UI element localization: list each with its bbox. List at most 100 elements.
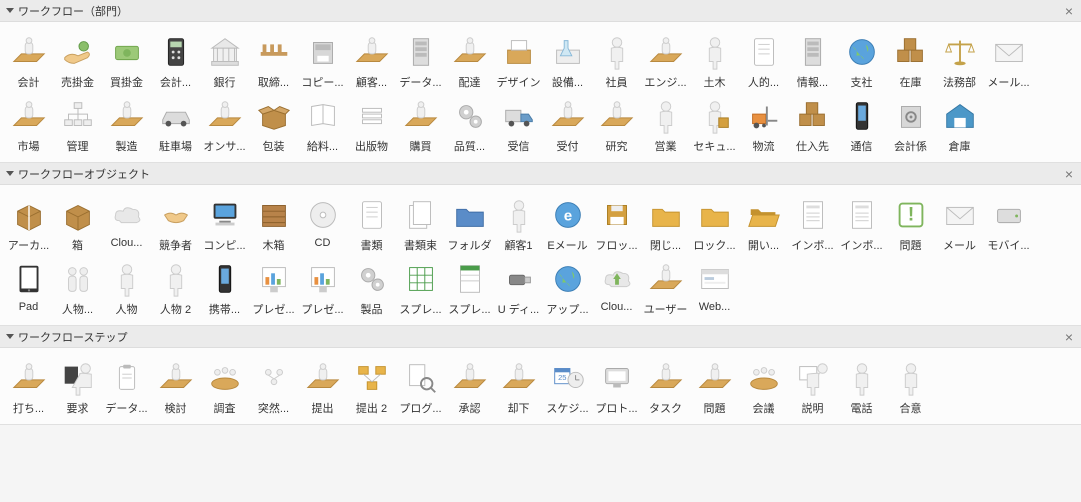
palette-item[interactable]: 木箱 <box>249 195 298 253</box>
palette-item[interactable]: 倉庫 <box>935 96 984 154</box>
palette-item[interactable]: 会計... <box>151 32 200 90</box>
palette-item[interactable]: 書類 <box>347 195 396 253</box>
palette-item[interactable]: 携帯... <box>200 259 249 317</box>
palette-item[interactable]: Pad <box>4 259 53 317</box>
palette-item[interactable]: 0"> Clou... <box>592 259 641 317</box>
palette-item[interactable]: データ... <box>102 358 151 416</box>
palette-item[interactable]: タスク <box>641 358 690 416</box>
palette-item[interactable]: 競争者 <box>151 195 200 253</box>
palette-item[interactable]: インボ... <box>837 195 886 253</box>
palette-item[interactable]: インボ... <box>788 195 837 253</box>
palette-item[interactable]: 検討 <box>151 358 200 416</box>
palette-item[interactable]: 顧客1 <box>494 195 543 253</box>
palette-item[interactable]: U ディ... <box>494 259 543 317</box>
palette-item[interactable]: 承認 <box>445 358 494 416</box>
palette-item[interactable]: 在庫 <box>886 32 935 90</box>
palette-item[interactable]: コピー... <box>298 32 347 90</box>
palette-item[interactable]: 箱 <box>53 195 102 253</box>
palette-item[interactable]: 研究 <box>592 96 641 154</box>
palette-item[interactable]: 仕入先 <box>788 96 837 154</box>
palette-item[interactable]: 売掛金 <box>53 32 102 90</box>
palette-item[interactable]: アップ... <box>543 259 592 317</box>
palette-item[interactable]: Web... <box>690 259 739 317</box>
palette-item[interactable]: プレゼ... <box>298 259 347 317</box>
palette-item[interactable]: 0"> 要求 <box>53 358 102 416</box>
palette-item[interactable]: Clou... <box>102 195 151 253</box>
palette-item[interactable]: 提出 2 <box>347 358 396 416</box>
palette-item[interactable]: 取締... <box>249 32 298 90</box>
palette-item[interactable]: 電話 <box>837 358 886 416</box>
palette-item[interactable]: 物流 <box>739 96 788 154</box>
palette-item[interactable]: 管理 <box>53 96 102 154</box>
palette-item[interactable]: 顧客... <box>347 32 396 90</box>
palette-item[interactable]: 却下 <box>494 358 543 416</box>
palette-item[interactable]: エンジ... <box>641 32 690 90</box>
palette-item[interactable]: フォルダ <box>445 195 494 253</box>
palette-item[interactable]: 品質... <box>445 96 494 154</box>
palette-item[interactable]: モバイ... <box>984 195 1033 253</box>
palette-item[interactable]: 設備... <box>543 32 592 90</box>
palette-item[interactable]: スプレ... <box>396 259 445 317</box>
palette-item[interactable]: 市場 <box>4 96 53 154</box>
palette-item[interactable]: 包装 <box>249 96 298 154</box>
palette-item[interactable]: 0"> 説明 <box>788 358 837 416</box>
panel-header[interactable]: ワークフロー（部門） × <box>0 0 1081 22</box>
palette-item[interactable]: 25 スケジ... <box>543 358 592 416</box>
palette-item[interactable]: オンサ... <box>200 96 249 154</box>
palette-item[interactable]: 0"> アーカ... <box>4 195 53 253</box>
close-icon[interactable]: × <box>1065 330 1073 344</box>
palette-item[interactable]: 購買 <box>396 96 445 154</box>
palette-item[interactable]: デザイン <box>494 32 543 90</box>
palette-item[interactable]: プレゼ... <box>249 259 298 317</box>
palette-item[interactable]: 人物 <box>102 259 151 317</box>
palette-item[interactable]: e Eメール <box>543 195 592 253</box>
palette-item[interactable]: 出版物 <box>347 96 396 154</box>
palette-item[interactable]: プロト... <box>592 358 641 416</box>
palette-item[interactable]: ロック... <box>690 195 739 253</box>
palette-item[interactable]: ユーザー <box>641 259 690 317</box>
palette-item[interactable]: 提出 <box>298 358 347 416</box>
palette-item[interactable]: 人的... <box>739 32 788 90</box>
palette-item[interactable]: 営業 <box>641 96 690 154</box>
palette-item[interactable]: 合意 <box>886 358 935 416</box>
palette-item[interactable]: CD <box>298 195 347 253</box>
palette-item[interactable]: 閉じ... <box>641 195 690 253</box>
palette-item[interactable]: 駐車場 <box>151 96 200 154</box>
palette-item[interactable]: 0"> セキュ... <box>690 96 739 154</box>
panel-header[interactable]: ワークフローオブジェクト × <box>0 163 1081 185</box>
palette-item[interactable]: 土木 <box>690 32 739 90</box>
palette-item[interactable]: 会議 <box>739 358 788 416</box>
palette-item[interactable]: データ... <box>396 32 445 90</box>
palette-item[interactable]: 人物... <box>53 259 102 317</box>
palette-item[interactable]: 社員 <box>592 32 641 90</box>
palette-item[interactable]: 会計 <box>4 32 53 90</box>
palette-item[interactable]: プログ... <box>396 358 445 416</box>
palette-item[interactable]: コンピ... <box>200 195 249 253</box>
close-icon[interactable]: × <box>1065 4 1073 18</box>
palette-item[interactable]: 製造 <box>102 96 151 154</box>
palette-item[interactable]: 突然... <box>249 358 298 416</box>
palette-item[interactable]: 人物 2 <box>151 259 200 317</box>
palette-item[interactable]: 書類束 <box>396 195 445 253</box>
palette-item[interactable]: 製品 <box>347 259 396 317</box>
palette-item[interactable]: 通信 <box>837 96 886 154</box>
palette-item[interactable]: メール <box>935 195 984 253</box>
palette-item[interactable]: 配達 <box>445 32 494 90</box>
palette-item[interactable]: ! 問題 <box>886 195 935 253</box>
palette-item[interactable]: 調査 <box>200 358 249 416</box>
palette-item[interactable]: 受信 <box>494 96 543 154</box>
palette-item[interactable]: 打ち... <box>4 358 53 416</box>
palette-item[interactable]: 情報... <box>788 32 837 90</box>
panel-header[interactable]: ワークフローステップ × <box>0 326 1081 348</box>
palette-item[interactable]: フロッ... <box>592 195 641 253</box>
palette-item[interactable]: 買掛金 <box>102 32 151 90</box>
palette-item[interactable]: 法務部 <box>935 32 984 90</box>
palette-item[interactable]: 会計係 <box>886 96 935 154</box>
palette-item[interactable]: 給料... <box>298 96 347 154</box>
palette-item[interactable]: 問題 <box>690 358 739 416</box>
palette-item[interactable]: メール... <box>984 32 1033 90</box>
palette-item[interactable]: 支社 <box>837 32 886 90</box>
palette-item[interactable]: スプレ... <box>445 259 494 317</box>
palette-item[interactable]: 銀行 <box>200 32 249 90</box>
palette-item[interactable]: 受付 <box>543 96 592 154</box>
